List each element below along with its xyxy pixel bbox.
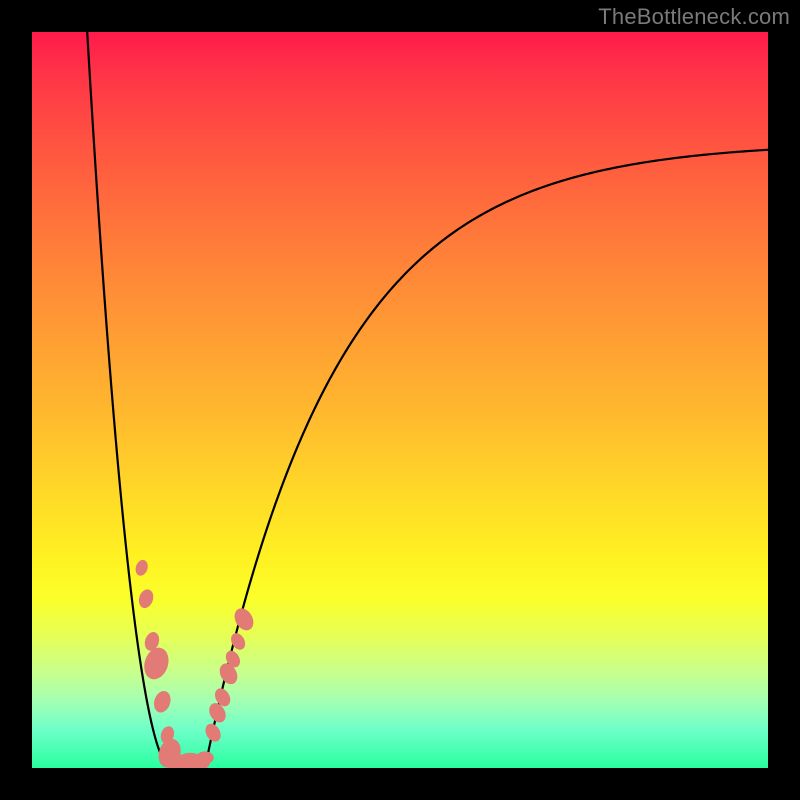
sample-point: [140, 644, 172, 682]
sample-point: [228, 631, 248, 653]
chart-frame: TheBottleneck.com: [0, 0, 800, 800]
watermark-text: TheBottleneck.com: [598, 4, 790, 30]
sample-point: [231, 605, 257, 634]
points-layer: [32, 32, 768, 768]
sample-point: [137, 587, 156, 609]
sample-point: [134, 558, 150, 577]
sample-point: [196, 751, 214, 764]
sample-point: [151, 689, 173, 715]
plot-area: [32, 32, 768, 768]
sample-point: [202, 721, 224, 744]
